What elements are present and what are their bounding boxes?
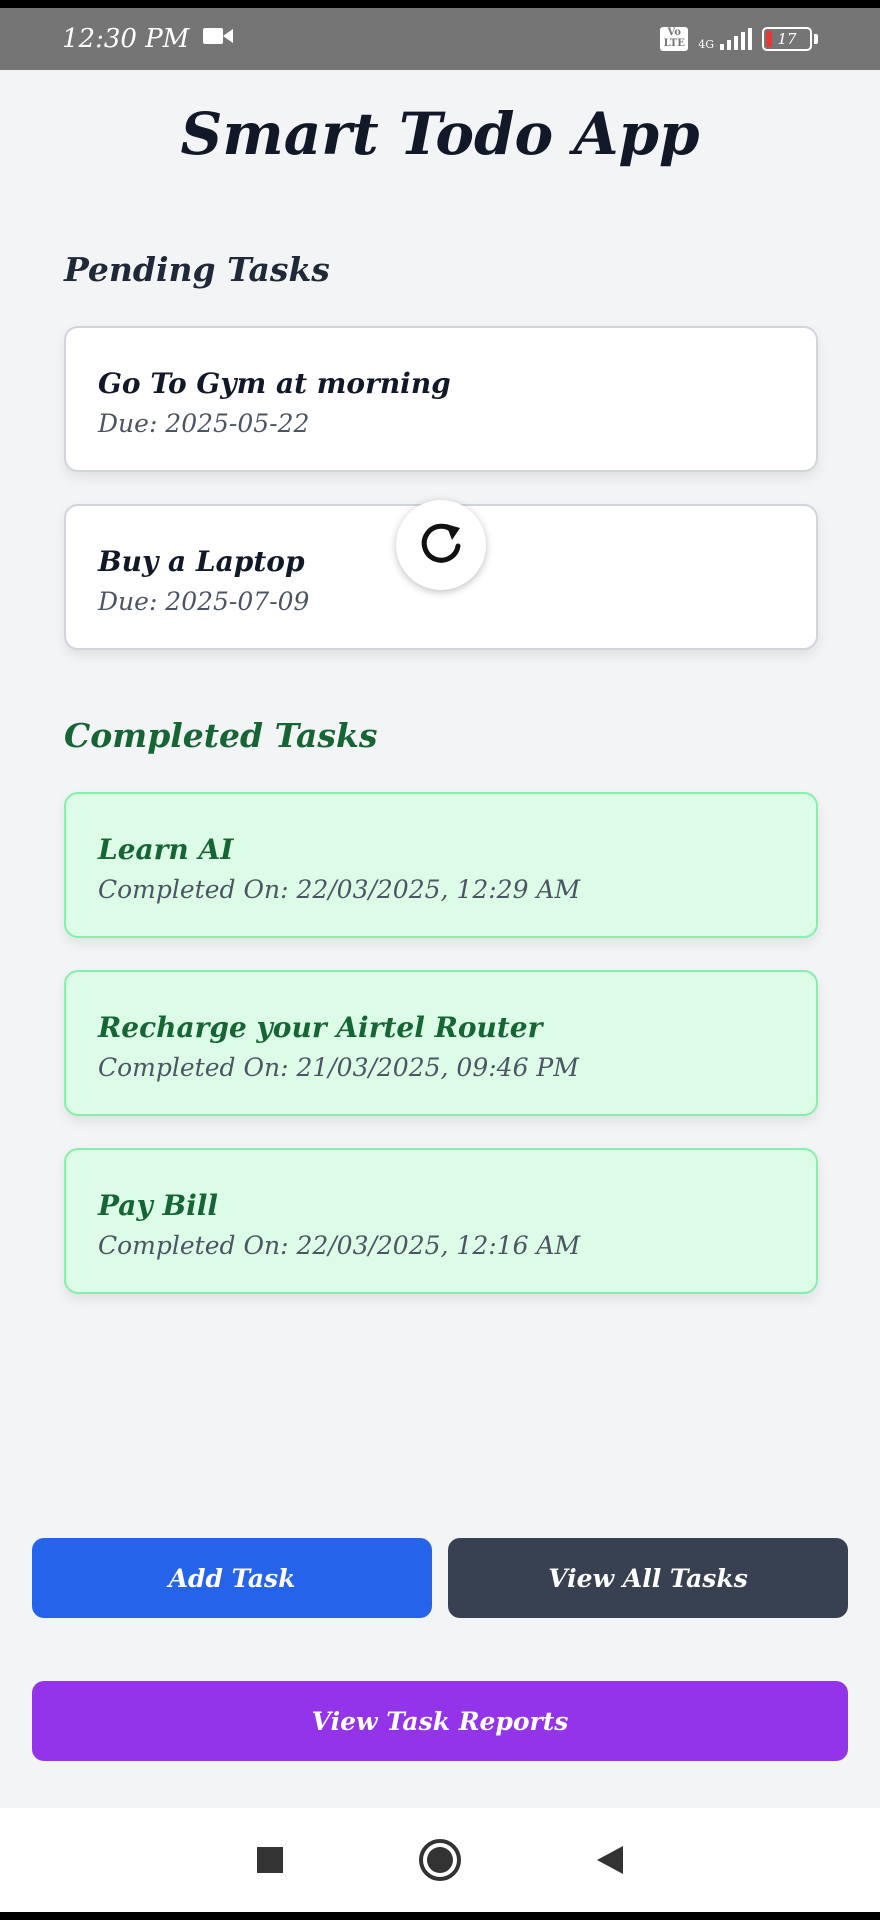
completed-tasks-heading: Completed Tasks — [64, 716, 378, 755]
pending-task-card[interactable]: Go To Gym at morning Due: 2025-05-22 — [64, 326, 818, 472]
status-time: 12:30 PM — [62, 24, 190, 54]
completed-task-card[interactable]: Pay Bill Completed On: 22/03/2025, 12:16… — [64, 1148, 818, 1294]
task-completed-date: Completed On: 21/03/2025, 09:46 PM — [98, 1053, 579, 1082]
task-title: Go To Gym at morning — [98, 367, 451, 400]
add-task-button[interactable]: Add Task — [32, 1538, 432, 1618]
status-bar: 12:30 PM Vo LTE 4G 17 — [0, 0, 880, 70]
task-completed-date: Completed On: 22/03/2025, 12:16 AM — [98, 1231, 581, 1260]
view-task-reports-button[interactable]: View Task Reports — [32, 1681, 848, 1761]
task-title: Learn AI — [98, 833, 234, 866]
battery-level: 17 — [777, 30, 797, 48]
refresh-button[interactable] — [396, 500, 486, 590]
task-completed-date: Completed On: 22/03/2025, 12:29 AM — [98, 875, 581, 904]
task-title: Pay Bill — [98, 1189, 219, 1222]
system-nav-bar — [0, 1808, 880, 1920]
task-due-date: Due: 2025-05-22 — [98, 409, 310, 438]
completed-task-card[interactable]: Learn AI Completed On: 22/03/2025, 12:29… — [64, 792, 818, 938]
pending-tasks-heading: Pending Tasks — [64, 250, 330, 289]
video-camera-icon — [203, 24, 234, 54]
volte-icon: Vo LTE — [660, 27, 689, 51]
view-all-tasks-button[interactable]: View All Tasks — [448, 1538, 848, 1618]
refresh-icon — [416, 518, 466, 572]
recents-square-icon[interactable] — [245, 1835, 295, 1885]
battery-icon: 17 — [762, 27, 818, 51]
task-title: Recharge your Airtel Router — [98, 1011, 543, 1044]
screen: 12:30 PM Vo LTE 4G 17 Smart Todo App Pen… — [0, 0, 880, 1920]
page-title: Smart Todo App — [180, 100, 700, 168]
completed-task-card[interactable]: Recharge your Airtel Router Completed On… — [64, 970, 818, 1116]
home-circle-icon[interactable] — [415, 1835, 465, 1885]
back-triangle-icon[interactable] — [585, 1835, 635, 1885]
network-type: 4G — [698, 38, 714, 51]
signal-icon: 4G — [698, 28, 752, 50]
